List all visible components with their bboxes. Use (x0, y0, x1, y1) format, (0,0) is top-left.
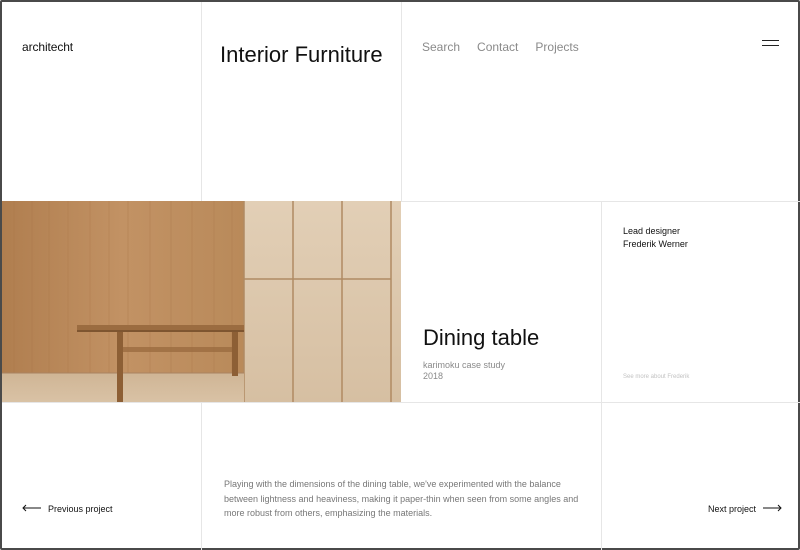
grid-line (201, 402, 202, 550)
previous-project-label: Previous project (48, 504, 113, 514)
arrow-right-icon (762, 504, 782, 514)
nav-link-search[interactable]: Search (422, 40, 460, 54)
arrow-left-icon (22, 504, 42, 514)
grid-line (2, 402, 800, 403)
project-description: Playing with the dimensions of the dinin… (224, 479, 579, 518)
page: architecht Interior Furniture Search Con… (0, 0, 800, 550)
designer-profile-link[interactable]: See more about Frederik (623, 374, 689, 380)
page-title: Interior Furniture (220, 42, 383, 67)
designer-name: Frederik Werner (623, 239, 688, 249)
previous-project-button[interactable]: Previous project (22, 504, 113, 514)
logo[interactable]: architecht (22, 40, 73, 54)
designer-role: Lead designer (623, 226, 681, 236)
project-year: 2018 (423, 371, 444, 381)
grid-line (201, 2, 202, 201)
main-nav: Search Contact Projects (422, 40, 579, 54)
case-study-label: karimoku case study (423, 360, 506, 370)
hamburger-icon[interactable] (762, 39, 780, 49)
grid-line (601, 201, 602, 550)
next-project-button[interactable]: Next project (708, 504, 782, 514)
nav-link-projects[interactable]: Projects (535, 40, 578, 54)
project-title: Dining table (423, 325, 540, 350)
grid-line (401, 2, 402, 201)
next-project-label: Next project (708, 504, 757, 514)
project-meta: karimoku case study 2018 (423, 360, 505, 382)
dining-table-photo (2, 201, 401, 402)
nav-link-contact[interactable]: Contact (477, 40, 518, 54)
